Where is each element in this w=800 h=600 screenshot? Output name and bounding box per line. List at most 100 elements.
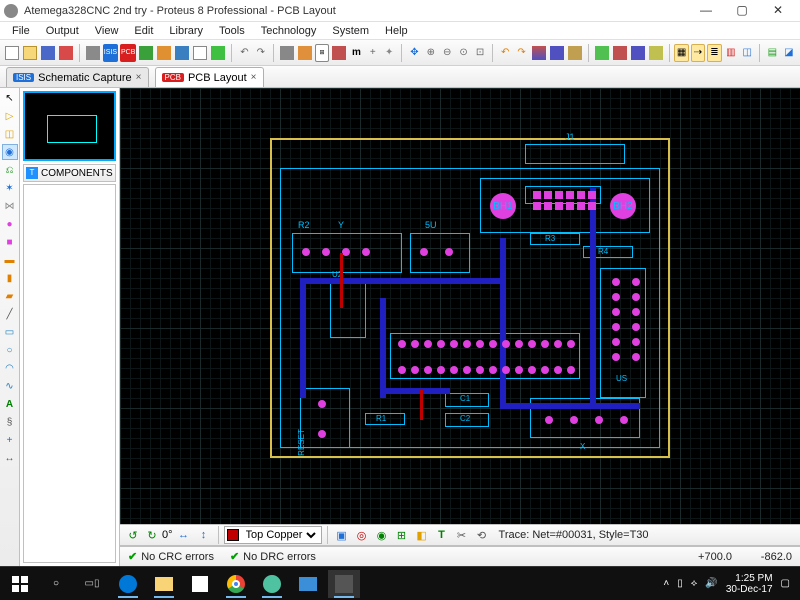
- report2-button[interactable]: [297, 44, 313, 62]
- components-list[interactable]: [23, 184, 116, 563]
- flip-h-button[interactable]: ↔: [175, 526, 193, 544]
- 3d-button[interactable]: [138, 44, 154, 62]
- filter5-button[interactable]: ◧: [413, 526, 431, 544]
- notifications-icon[interactable]: ▢: [781, 578, 790, 589]
- menu-view[interactable]: View: [87, 25, 127, 37]
- close-button[interactable]: ✕: [760, 0, 796, 22]
- undo-button[interactable]: ↶: [237, 44, 251, 62]
- app1-icon[interactable]: [256, 570, 288, 598]
- open-button[interactable]: [22, 44, 38, 62]
- block-delete-button[interactable]: [648, 44, 664, 62]
- tab-schematic-close-icon[interactable]: ×: [136, 72, 142, 83]
- rotate-cw-button[interactable]: ↻: [143, 526, 161, 544]
- print-button[interactable]: [279, 44, 295, 62]
- layer-dropdown[interactable]: Top Copper: [242, 528, 319, 542]
- pad-circle-icon[interactable]: ●: [2, 216, 18, 232]
- pad-edge-icon[interactable]: ▮: [2, 270, 18, 286]
- zoom-in-button[interactable]: ⊕: [424, 44, 438, 62]
- graphics-path-icon[interactable]: ∿: [2, 378, 18, 394]
- rotate-ccw-button[interactable]: ↺: [124, 526, 142, 544]
- ratsnest-icon[interactable]: ⋈: [2, 198, 18, 214]
- package-mode-icon[interactable]: ◫: [2, 126, 18, 142]
- snap-button[interactable]: ✦: [382, 44, 396, 62]
- chrome-icon[interactable]: [220, 570, 252, 598]
- save-button[interactable]: [40, 44, 56, 62]
- pan-button[interactable]: ✥: [407, 44, 421, 62]
- route-tool-button[interactable]: ⇢: [691, 44, 705, 62]
- m-button[interactable]: m: [349, 44, 363, 62]
- app2-icon[interactable]: [292, 570, 324, 598]
- maximize-button[interactable]: ▢: [724, 0, 760, 22]
- menu-help[interactable]: Help: [377, 25, 416, 37]
- explorer-icon[interactable]: [148, 570, 180, 598]
- gerber-button[interactable]: [156, 44, 172, 62]
- graphics-line-icon[interactable]: ╱: [2, 306, 18, 322]
- ares-button[interactable]: PCB: [120, 44, 136, 62]
- autoroute-button[interactable]: ▤: [765, 44, 779, 62]
- zoom-area-button[interactable]: ⊡: [473, 44, 487, 62]
- menu-system[interactable]: System: [324, 25, 377, 37]
- tab-pcb-close-icon[interactable]: ×: [251, 72, 257, 83]
- isis-button[interactable]: ISIS: [103, 44, 118, 62]
- selection-icon[interactable]: ↖: [2, 90, 18, 106]
- menu-file[interactable]: File: [4, 25, 38, 37]
- flip-v-button[interactable]: ↕: [195, 526, 213, 544]
- via-tool-button[interactable]: ≣: [707, 44, 721, 62]
- filter-lock-button[interactable]: ⟲: [473, 526, 491, 544]
- components-header[interactable]: T COMPONENTS: [23, 164, 116, 182]
- redo-button[interactable]: ↷: [254, 44, 268, 62]
- block-copy-button[interactable]: [594, 44, 610, 62]
- layer-selector[interactable]: Top Copper: [224, 526, 322, 544]
- menu-output[interactable]: Output: [38, 25, 87, 37]
- home-button[interactable]: [85, 44, 101, 62]
- select-tool-button[interactable]: ▦: [674, 44, 688, 62]
- tab-pcb[interactable]: PCB PCB Layout ×: [155, 67, 264, 87]
- pcb-canvas[interactable]: J1 BH1 BH2 R2 Y 5U: [120, 88, 800, 524]
- zone-tool-button[interactable]: ▥: [724, 44, 738, 62]
- filter3-button[interactable]: ◉: [373, 526, 391, 544]
- menu-library[interactable]: Library: [161, 25, 211, 37]
- tray-up-icon[interactable]: ˄: [663, 578, 669, 589]
- graphics-circle-icon[interactable]: ○: [2, 342, 18, 358]
- autoplace-button[interactable]: ◪: [782, 44, 796, 62]
- report-button[interactable]: [192, 44, 208, 62]
- menu-technology[interactable]: Technology: [253, 25, 325, 37]
- grid-button[interactable]: ⊞: [315, 44, 329, 62]
- via-mode-icon[interactable]: ⎌: [2, 162, 18, 178]
- redo2-button[interactable]: ↷: [514, 44, 528, 62]
- zone-mode-icon[interactable]: ✶: [2, 180, 18, 196]
- layers-button[interactable]: [331, 44, 347, 62]
- zoom-all-button[interactable]: ⊙: [456, 44, 470, 62]
- filter-cut-button[interactable]: ✂: [453, 526, 471, 544]
- undo2-button[interactable]: ↶: [498, 44, 512, 62]
- drc-tool-button[interactable]: ◫: [740, 44, 754, 62]
- marker-icon[interactable]: +: [2, 432, 18, 448]
- start-button[interactable]: [4, 570, 36, 598]
- proteus-taskbar-icon[interactable]: [328, 570, 360, 598]
- block-rotate-button[interactable]: [630, 44, 646, 62]
- tray-battery-icon[interactable]: ▯: [677, 578, 683, 589]
- edge-icon[interactable]: [112, 570, 144, 598]
- tray-volume-icon[interactable]: 🔊: [705, 578, 717, 589]
- new-button[interactable]: [4, 44, 20, 62]
- menu-tools[interactable]: Tools: [211, 25, 253, 37]
- origin-button[interactable]: +: [366, 44, 380, 62]
- bom-button[interactable]: [174, 44, 190, 62]
- tab-schematic[interactable]: ISIS Schematic Capture ×: [6, 67, 149, 87]
- minimize-button[interactable]: —: [688, 0, 724, 22]
- filter-text-button[interactable]: T: [433, 526, 451, 544]
- filter1-button[interactable]: ▣: [333, 526, 351, 544]
- paste-button[interactable]: [567, 44, 583, 62]
- taskview-button[interactable]: ▭▯: [76, 570, 108, 598]
- board-preview[interactable]: [23, 91, 116, 161]
- close-project-button[interactable]: [58, 44, 74, 62]
- dimension-icon[interactable]: ↔: [2, 450, 18, 466]
- graphics-box-icon[interactable]: ▭: [2, 324, 18, 340]
- pad-poly-icon[interactable]: ▰: [2, 288, 18, 304]
- menu-edit[interactable]: Edit: [126, 25, 161, 37]
- copy-button[interactable]: [549, 44, 565, 62]
- symbol-icon[interactable]: §: [2, 414, 18, 430]
- component-mode-icon[interactable]: ▷: [2, 108, 18, 124]
- pad-square-icon[interactable]: ■: [2, 234, 18, 250]
- cut-button[interactable]: [531, 44, 547, 62]
